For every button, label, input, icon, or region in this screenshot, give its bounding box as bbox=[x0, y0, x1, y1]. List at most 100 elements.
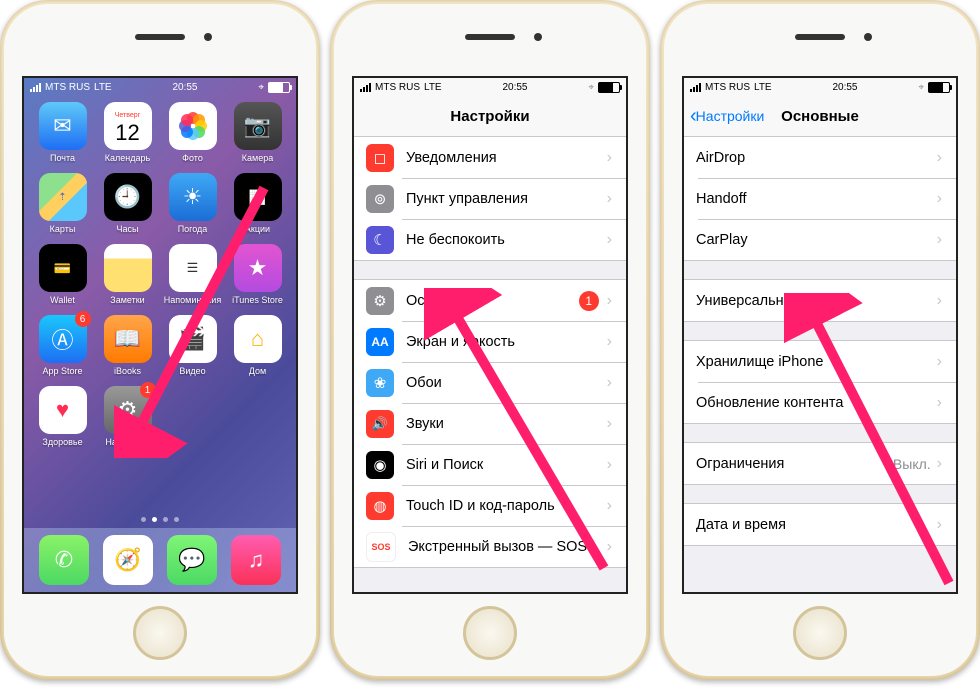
row-wallpaper[interactable]: ❀Обои› bbox=[354, 362, 626, 403]
chevron-right-icon: › bbox=[607, 538, 612, 556]
general-icon: ⚙ bbox=[366, 287, 394, 315]
chevron-right-icon: › bbox=[607, 333, 612, 351]
chevron-right-icon: › bbox=[937, 292, 942, 310]
app-itunes-store[interactable]: ★iTunes Store bbox=[227, 244, 288, 305]
display-icon: AA bbox=[366, 328, 394, 356]
badge: 6 bbox=[75, 311, 91, 327]
row-airdrop[interactable]: AirDrop› bbox=[684, 137, 956, 178]
status-bar: MTS RUS LTE 20:55 ⌖ bbox=[684, 78, 956, 96]
video-icon: 🎬 bbox=[169, 315, 217, 363]
calendar-icon: Четверг12 bbox=[104, 102, 152, 150]
speaker bbox=[795, 34, 845, 40]
settings-icon: ⚙1 bbox=[104, 386, 152, 434]
app-settings[interactable]: ⚙1Настройки bbox=[97, 386, 158, 447]
ibooks-icon: 📖 bbox=[104, 315, 152, 363]
badge: 1 bbox=[579, 291, 599, 311]
home-button[interactable] bbox=[463, 606, 517, 660]
row-detail: Выкл. bbox=[893, 456, 931, 472]
carrier-label: MTS RUS bbox=[45, 82, 90, 93]
back-label: Настройки bbox=[696, 108, 765, 124]
row-touchid[interactable]: ◍Touch ID и код-пароль› bbox=[354, 485, 626, 526]
app-maps[interactable]: ⇡Карты bbox=[32, 173, 93, 234]
app-stocks[interactable]: 📈Акции bbox=[227, 173, 288, 234]
chevron-right-icon: › bbox=[607, 374, 612, 392]
phone-1: MTS RUS LTE 20:55 ⌖ ✉Почта Четверг12Кале… bbox=[0, 0, 320, 680]
dock-music[interactable]: ♫ bbox=[231, 535, 281, 585]
row-control-center[interactable]: ⊚Пункт управления› bbox=[354, 178, 626, 219]
speaker bbox=[135, 34, 185, 40]
appstore-icon: Ⓐ6 bbox=[39, 315, 87, 363]
carrier-label: MTS RUS bbox=[375, 82, 420, 93]
bluetooth-icon: ⌖ bbox=[258, 82, 264, 93]
app-clock[interactable]: 🕘Часы bbox=[97, 173, 158, 234]
dock-phone[interactable]: ✆ bbox=[39, 535, 89, 585]
row-siri[interactable]: ◉Siri и Поиск› bbox=[354, 444, 626, 485]
app-ibooks[interactable]: 📖iBooks bbox=[97, 315, 158, 376]
home-icon: ⌂ bbox=[234, 315, 282, 363]
battery-icon bbox=[928, 82, 950, 93]
status-bar: MTS RUS LTE 20:55 ⌖ bbox=[354, 78, 626, 96]
row-general[interactable]: ⚙Основные1› bbox=[354, 280, 626, 321]
row-emergency-sos[interactable]: SOSЭкстренный вызов — SOS› bbox=[354, 526, 626, 567]
nav-bar: ‹Настройки Основные bbox=[684, 96, 956, 137]
siri-icon: ◉ bbox=[366, 451, 394, 479]
app-reminders[interactable]: ☰Напоминания bbox=[162, 244, 223, 305]
home-button[interactable] bbox=[793, 606, 847, 660]
app-notes[interactable]: Заметки bbox=[97, 244, 158, 305]
mail-icon: ✉ bbox=[39, 102, 87, 150]
row-iphone-storage[interactable]: Хранилище iPhone› bbox=[684, 341, 956, 382]
app-calendar[interactable]: Четверг12Календарь bbox=[97, 102, 158, 163]
control-center-icon: ⊚ bbox=[366, 185, 394, 213]
time-label: 20:55 bbox=[502, 82, 527, 93]
row-accessibility[interactable]: Универсальный доступ› bbox=[684, 280, 956, 321]
row-notifications[interactable]: ◻Уведомления› bbox=[354, 137, 626, 178]
chevron-right-icon: › bbox=[937, 516, 942, 534]
camera-icon: 📷 bbox=[234, 102, 282, 150]
general-list[interactable]: AirDrop› Handoff› CarPlay› Универсальный… bbox=[684, 137, 956, 593]
app-home[interactable]: ⌂Дом bbox=[227, 315, 288, 376]
clock-icon: 🕘 bbox=[104, 173, 152, 221]
network-label: LTE bbox=[94, 82, 112, 93]
chevron-right-icon: › bbox=[607, 231, 612, 249]
row-background-refresh[interactable]: Обновление контента› bbox=[684, 382, 956, 423]
app-mail[interactable]: ✉Почта bbox=[32, 102, 93, 163]
time-label: 20:55 bbox=[172, 82, 197, 93]
app-camera[interactable]: 📷Камера bbox=[227, 102, 288, 163]
app-video[interactable]: 🎬Видео bbox=[162, 315, 223, 376]
chevron-right-icon: › bbox=[937, 231, 942, 249]
row-carplay[interactable]: CarPlay› bbox=[684, 219, 956, 260]
speaker bbox=[465, 34, 515, 40]
notes-icon bbox=[104, 244, 152, 292]
health-icon: ♥ bbox=[39, 386, 87, 434]
row-display[interactable]: AAЭкран и яркость› bbox=[354, 321, 626, 362]
carrier-label: MTS RUS bbox=[705, 82, 750, 93]
bluetooth-icon: ⌖ bbox=[588, 82, 594, 93]
battery-icon bbox=[598, 82, 620, 93]
signal-icon bbox=[690, 83, 701, 92]
page-indicator[interactable] bbox=[24, 517, 296, 522]
chevron-right-icon: › bbox=[607, 190, 612, 208]
app-weather[interactable]: ☀Погода bbox=[162, 173, 223, 234]
stocks-icon: 📈 bbox=[234, 173, 282, 221]
dock-safari[interactable]: 🧭 bbox=[103, 535, 153, 585]
dock: ✆ 🧭 💬 ♫ bbox=[24, 528, 296, 592]
app-health[interactable]: ♥Здоровье bbox=[32, 386, 93, 447]
app-wallet[interactable]: 💳Wallet bbox=[32, 244, 93, 305]
chevron-right-icon: › bbox=[607, 292, 612, 310]
chevron-right-icon: › bbox=[937, 353, 942, 371]
row-dnd[interactable]: ☾Не беспокоить› bbox=[354, 219, 626, 260]
dock-messages[interactable]: 💬 bbox=[167, 535, 217, 585]
front-camera bbox=[204, 33, 212, 41]
row-sounds[interactable]: 🔊Звуки› bbox=[354, 403, 626, 444]
row-date-time[interactable]: Дата и время› bbox=[684, 504, 956, 545]
app-photos[interactable]: Фото bbox=[162, 102, 223, 163]
home-button[interactable] bbox=[133, 606, 187, 660]
chevron-right-icon: › bbox=[937, 149, 942, 167]
wallet-icon: 💳 bbox=[39, 244, 87, 292]
settings-list[interactable]: ◻Уведомления› ⊚Пункт управления› ☾Не бес… bbox=[354, 137, 626, 593]
row-restrictions[interactable]: ОграниченияВыкл.› bbox=[684, 443, 956, 484]
back-button[interactable]: ‹Настройки bbox=[690, 105, 764, 128]
chevron-right-icon: › bbox=[607, 456, 612, 474]
row-handoff[interactable]: Handoff› bbox=[684, 178, 956, 219]
app-appstore[interactable]: Ⓐ6App Store bbox=[32, 315, 93, 376]
